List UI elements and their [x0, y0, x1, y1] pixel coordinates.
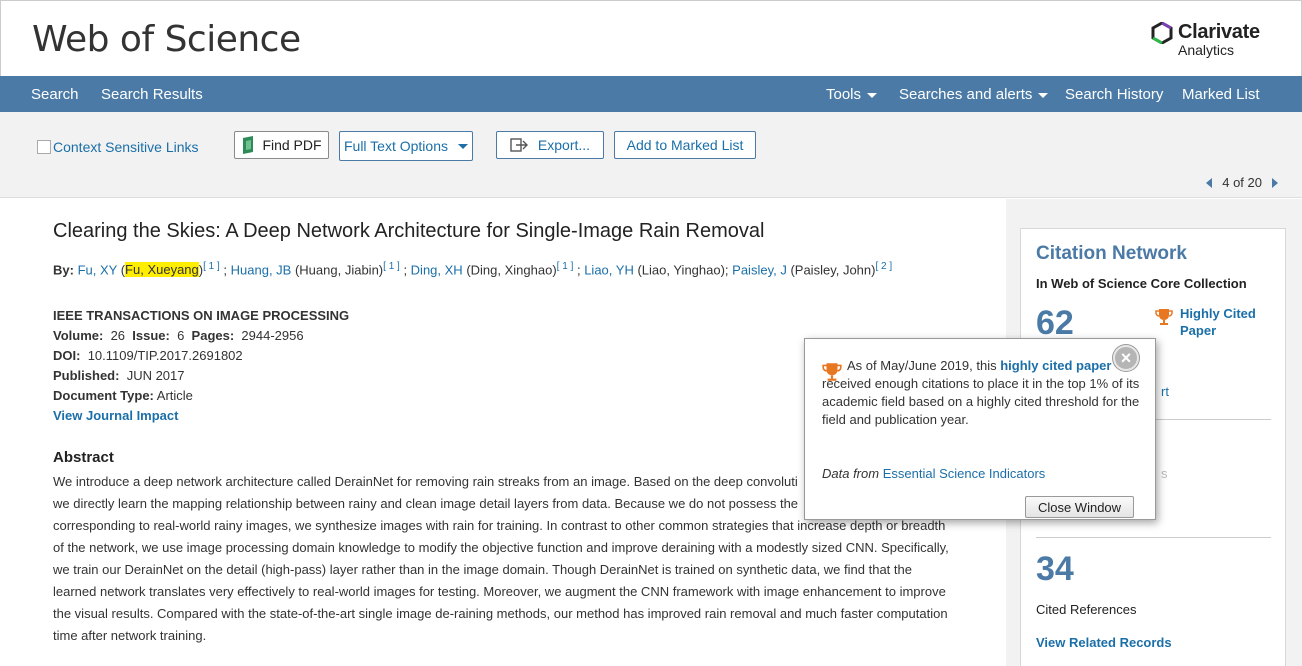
- abstract-line: of the network, we use image processing …: [53, 540, 949, 555]
- chevron-down-icon: [867, 92, 878, 98]
- context-links-label: Context Sensitive Links: [53, 139, 199, 155]
- chevron-down-icon: [458, 143, 468, 149]
- abstract-line: the visual results. Compared with the st…: [53, 606, 948, 621]
- issue-label: Issue:: [132, 328, 170, 343]
- address-ref[interactable]: [ 1 ]: [557, 261, 574, 272]
- partial-faint-text: s: [1161, 466, 1168, 481]
- nav-search-results[interactable]: Search Results: [101, 86, 203, 103]
- pages-label: Pages:: [191, 328, 235, 343]
- nav-tools[interactable]: Tools: [826, 86, 878, 103]
- author-fullname: Paisley, John: [794, 262, 872, 278]
- nav-searches-alerts-label: Searches and alerts: [899, 86, 1033, 103]
- find-pdf-label: Find PDF: [262, 137, 322, 153]
- pages-value: 2944-2956: [241, 328, 304, 343]
- close-icon[interactable]: ×: [1113, 345, 1139, 371]
- highly-cited-paper-link[interactable]: highly cited paper: [1000, 358, 1111, 373]
- abstract-heading: Abstract: [53, 449, 114, 466]
- popup-message: As of May/June 2019, this highly cited p…: [822, 357, 1144, 429]
- author-link[interactable]: Fu, XY: [78, 262, 118, 277]
- cited-references-label: Cited References: [1036, 602, 1137, 617]
- pager-of: of: [1233, 175, 1244, 190]
- clarivate-logo[interactable]: Clarivate Analytics: [1151, 19, 1271, 63]
- export-label: Export...: [537, 137, 591, 153]
- doi-value: 10.1109/TIP.2017.2691802: [87, 348, 243, 363]
- published-value: JUN 2017: [126, 368, 185, 383]
- pager-total: 20: [1247, 175, 1262, 190]
- journal-name: IEEE TRANSACTIONS ON IMAGE PROCESSING: [53, 308, 350, 323]
- clarivate-icon: [1151, 22, 1173, 44]
- author-link[interactable]: Paisley, J: [732, 262, 787, 277]
- trophy-icon: [1155, 309, 1173, 325]
- brand-name: Clarivate: [1178, 21, 1260, 43]
- broken-image-icon: [37, 140, 51, 154]
- address-ref[interactable]: [ 1 ]: [383, 261, 400, 272]
- author-list: By: Fu, XY (Fu, Xueyang)[ 1 ] ; Huang, J…: [53, 261, 893, 278]
- nav-search[interactable]: Search: [31, 86, 79, 103]
- previous-record-icon[interactable]: [1206, 177, 1213, 188]
- highly-cited-label: Highly Cited Paper: [1180, 306, 1256, 338]
- core-collection-label: In Web of Science Core Collection: [1036, 276, 1247, 291]
- address-ref[interactable]: [ 2 ]: [875, 261, 892, 272]
- chevron-down-icon: [1038, 92, 1049, 98]
- brand-sub: Analytics: [1178, 42, 1235, 58]
- by-label: By:: [53, 262, 74, 278]
- doctype-value: Article: [156, 388, 193, 403]
- divider: [1036, 537, 1271, 538]
- full-text-options-select[interactable]: Full Text Options: [339, 131, 473, 161]
- issue-value: 6: [177, 328, 185, 343]
- find-pdf-button[interactable]: Find PDF: [234, 131, 329, 159]
- header: Web of Science Clarivate Analytics: [0, 0, 1302, 76]
- highly-cited-badge[interactable]: Highly Cited Paper: [1154, 305, 1264, 339]
- data-from-label: Data from: [822, 466, 880, 481]
- pdf-leaf-icon: [243, 136, 254, 154]
- popup-source: Data from Essential Science Indicators: [822, 466, 1045, 481]
- source-info: IEEE TRANSACTIONS ON IMAGE PROCESSING Vo…: [53, 306, 349, 426]
- pager-current: 4: [1222, 175, 1230, 190]
- next-record-icon[interactable]: [1272, 177, 1278, 188]
- web-of-science-logo[interactable]: Web of Science: [32, 19, 301, 60]
- address-ref[interactable]: [ 1 ]: [203, 261, 220, 272]
- close-window-button[interactable]: Close Window: [1025, 496, 1134, 518]
- nav-marked-list[interactable]: Marked List: [1182, 86, 1260, 103]
- abstract-line: learned network translates very effectiv…: [53, 584, 946, 599]
- abstract-line: we train our DerainNet on the detail (hi…: [53, 562, 912, 577]
- abstract-line: time after network training.: [53, 628, 207, 643]
- popup-text-before: As of May/June 2019, this: [847, 358, 997, 373]
- export-button[interactable]: Export...: [496, 131, 604, 159]
- record-toolbar: Context Sensitive Links Find PDF Full Te…: [0, 112, 1302, 198]
- author-fullname: Huang, Jiabin: [299, 262, 379, 278]
- context-sensitive-links[interactable]: Context Sensitive Links: [37, 139, 199, 155]
- nav-tools-label: Tools: [826, 86, 862, 103]
- author-link[interactable]: Liao, YH: [584, 262, 634, 277]
- partial-link[interactable]: rt: [1161, 384, 1169, 399]
- doctype-label: Document Type:: [53, 388, 154, 403]
- published-label: Published:: [53, 368, 120, 383]
- esi-link[interactable]: Essential Science Indicators: [883, 466, 1046, 481]
- main-nav: Search Search Results Tools Searches and…: [0, 76, 1302, 112]
- citation-network-heading: Citation Network: [1036, 243, 1187, 264]
- nav-searches-alerts[interactable]: Searches and alerts: [899, 86, 1049, 103]
- highly-cited-popup: As of May/June 2019, this highly cited p…: [804, 338, 1156, 520]
- full-text-options-label: Full Text Options: [343, 138, 448, 154]
- author-fullname: Ding, Xinghao: [470, 262, 553, 278]
- record-title: Clearing the Skies: A Deep Network Archi…: [53, 220, 765, 242]
- volume-label: Volume:: [53, 328, 104, 343]
- add-to-marked-list-button[interactable]: Add to Marked List: [614, 131, 756, 159]
- doi-label: DOI:: [53, 348, 81, 363]
- author-fullname: Liao, Yinghao: [641, 262, 721, 278]
- volume-value: 26: [110, 328, 126, 343]
- record-pager: 4 of 20: [1206, 175, 1278, 190]
- author-link[interactable]: Ding, XH: [411, 262, 463, 277]
- view-related-records-link[interactable]: View Related Records: [1036, 635, 1172, 650]
- author-link[interactable]: Huang, JB: [231, 262, 292, 277]
- nav-search-history[interactable]: Search History: [1065, 86, 1163, 103]
- cited-references-count[interactable]: 34: [1036, 550, 1074, 589]
- export-icon: [510, 138, 528, 152]
- popup-text-after: received enough citations to place it in…: [822, 376, 1140, 427]
- view-journal-impact-link[interactable]: View Journal Impact: [53, 408, 178, 423]
- author-fullname-highlighted: Fu, Xueyang: [125, 262, 199, 278]
